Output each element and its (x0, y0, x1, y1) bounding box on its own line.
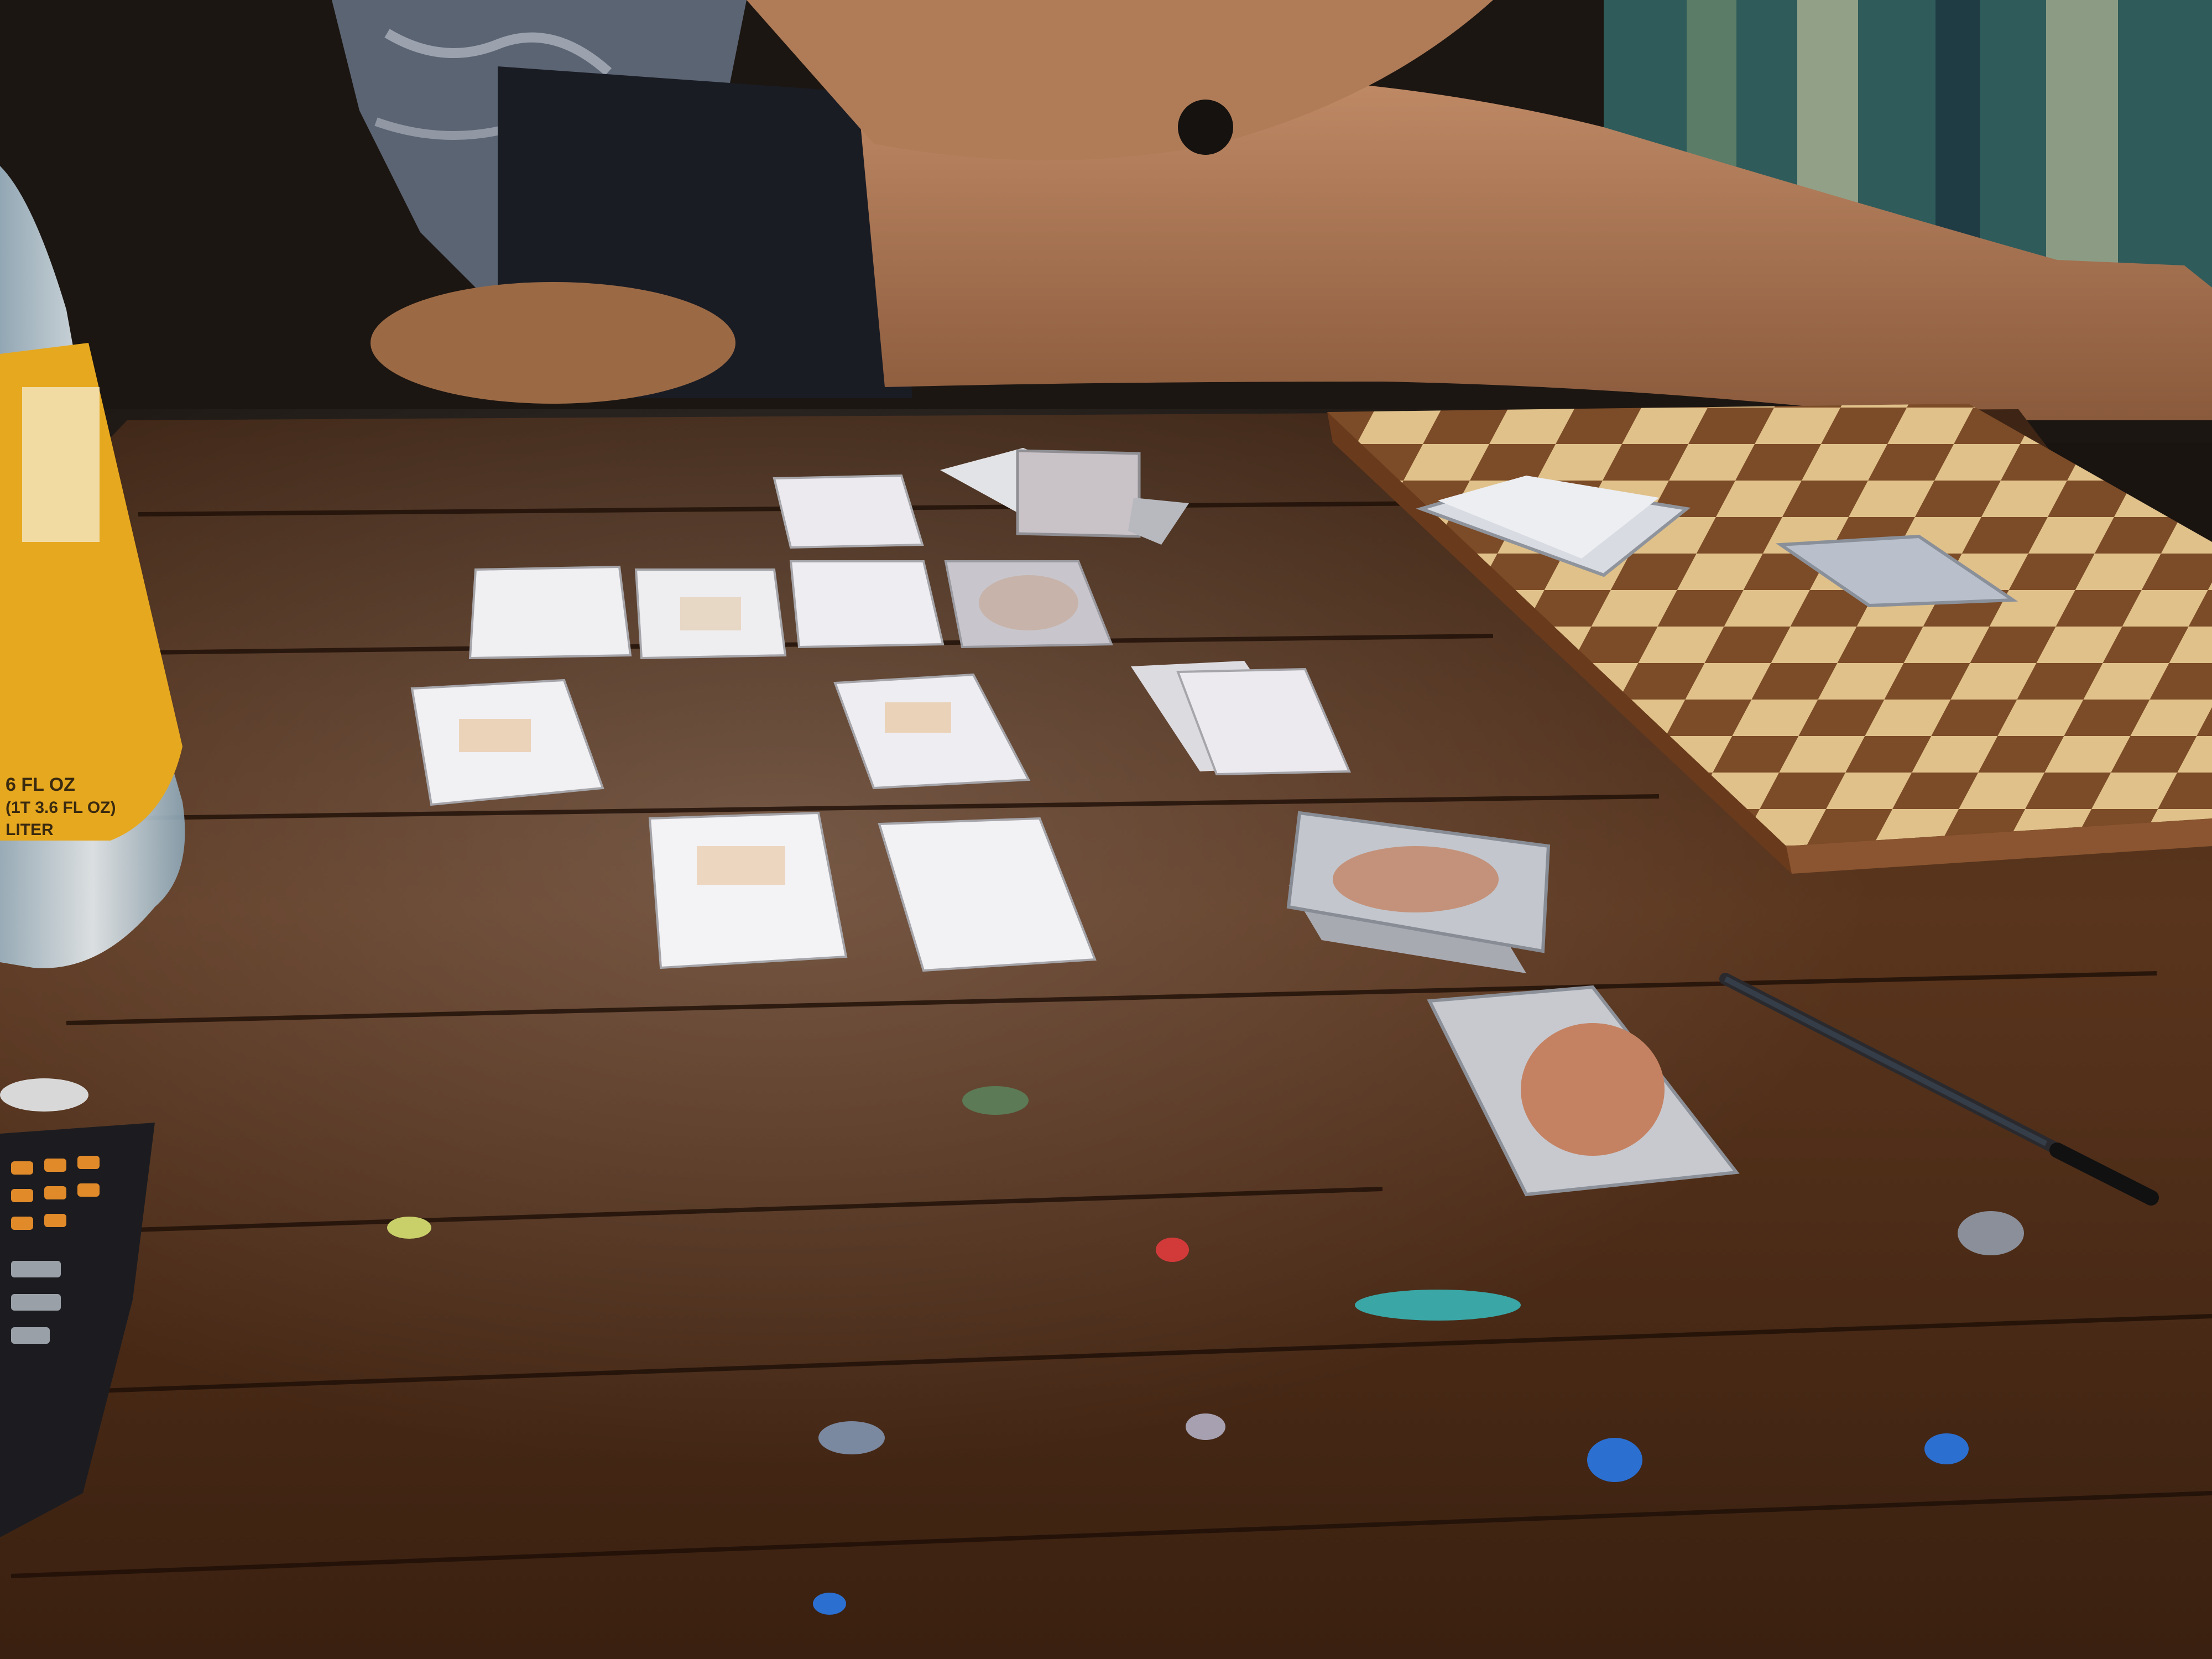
bottle-label-text-1: 6 FL OZ (6, 774, 75, 795)
wrist-band (1178, 100, 1233, 155)
card-top-row-1 (773, 474, 924, 549)
bottle-label-text-3: LITER (6, 821, 54, 839)
bottle-label-text-2: (1T 3.6 FL OZ) (6, 799, 116, 817)
card-row-2-1 (468, 565, 632, 660)
card-row-2-3 (789, 560, 945, 649)
card-row-4-1 (648, 811, 848, 969)
scene-canvas: 6 FL OZ (1T 3.6 FL OZ) LITER (0, 0, 2212, 1659)
photo-scene: 6 FL OZ (1T 3.6 FL OZ) LITER (0, 0, 2212, 1659)
wooden-stool (371, 282, 735, 404)
card-row-2-2 (634, 568, 787, 660)
